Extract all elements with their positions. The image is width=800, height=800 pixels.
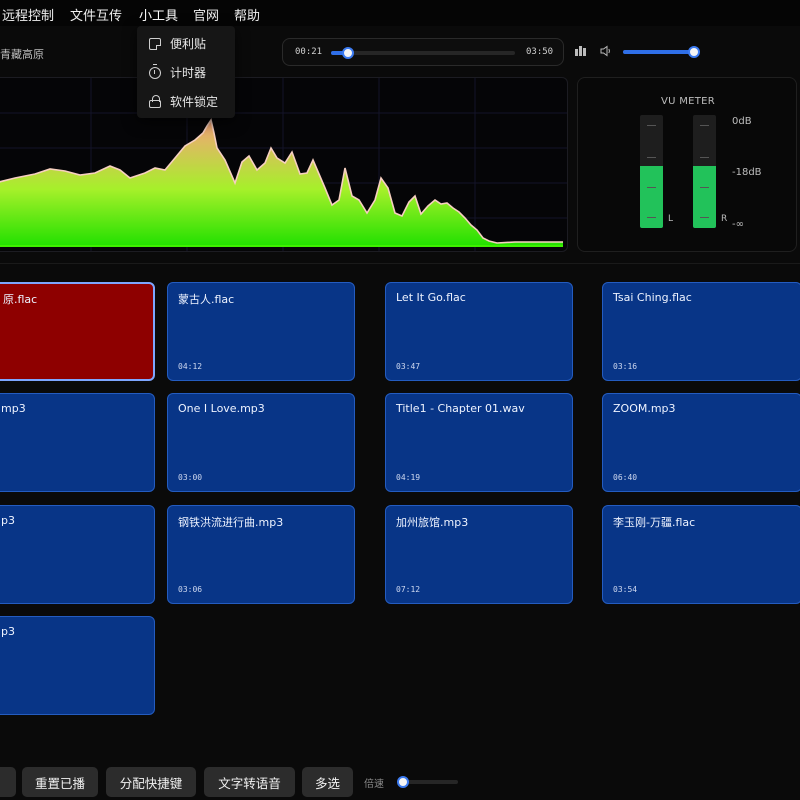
song-name: 加州旅馆.mp3 [396, 516, 469, 529]
song-duration: 03:16 [613, 362, 638, 371]
assign-shortcut-button[interactable]: 分配快捷键 [106, 767, 196, 797]
song-card[interactable]: Tsai Ching.flac 03:16 [602, 282, 800, 381]
vu-meter-panel: VU METER L R 0dB -18dB -∞ [577, 77, 797, 252]
vu-scale-0db: 0dB [732, 116, 752, 127]
song-duration: 04:19 [396, 473, 421, 482]
volume-thumb[interactable] [688, 46, 701, 58]
song-duration: 03:47 [396, 362, 421, 371]
song-card[interactable]: 加州旅馆.mp3 07:12 [385, 505, 573, 604]
dropdown-item-lock[interactable]: 软件锁定 [137, 87, 235, 116]
song-name: p3 [1, 514, 15, 527]
song-name: 蒙古人.flac [178, 293, 235, 306]
song-card[interactable]: mp3 [0, 393, 155, 492]
song-duration: 04:12 [178, 362, 203, 371]
song-card-playing[interactable]: 原.flac [0, 282, 155, 381]
vu-bar-right [693, 115, 716, 228]
spectrum-graph [0, 78, 567, 251]
song-duration: 06:40 [613, 473, 638, 482]
song-duration: 07:12 [396, 585, 421, 594]
vu-level-left [640, 165, 663, 228]
menu-help[interactable]: 帮助 [234, 5, 260, 24]
speed-slider[interactable] [397, 776, 458, 788]
tools-dropdown-menu: 便利贴 计时器 软件锁定 [137, 26, 235, 118]
progress-slider[interactable] [331, 47, 515, 59]
vu-bar-left [640, 115, 663, 228]
vu-meter-title: VU METER [660, 96, 716, 107]
reset-played-button[interactable]: 重置已播 [22, 767, 98, 797]
song-duration: 03:06 [178, 585, 203, 594]
timer-icon [149, 63, 161, 79]
spectrum-analyzer [0, 77, 568, 252]
menu-website[interactable]: 官网 [193, 5, 219, 24]
song-name: mp3 [1, 402, 26, 415]
dropdown-item-label: 软件锁定 [170, 95, 219, 109]
song-name: One I Love.mp3 [178, 402, 265, 415]
speed-label: 倍速 [364, 779, 384, 790]
vu-left-label: L [668, 214, 674, 224]
section-divider [0, 263, 800, 264]
song-name: 钢铁洪流进行曲.mp3 [178, 516, 284, 529]
song-card[interactable]: p3 [0, 505, 155, 604]
song-duration: 03:00 [178, 473, 203, 482]
menu-remote-control[interactable]: 远程控制 [2, 5, 54, 24]
elapsed-time: 00:21 [295, 47, 323, 57]
vu-scale-inf: -∞ [732, 219, 744, 230]
speed-thumb[interactable] [397, 776, 410, 788]
song-name: Title1 - Chapter 01.wav [396, 402, 525, 415]
song-name: 原.flac [3, 293, 38, 306]
song-card[interactable]: 李玉刚-万疆.flac 03:54 [602, 505, 800, 604]
song-name: ZOOM.mp3 [613, 402, 676, 415]
total-duration: 03:50 [526, 47, 554, 57]
song-card[interactable]: Title1 - Chapter 01.wav 04:19 [385, 393, 573, 492]
volume-icon[interactable] [600, 45, 612, 57]
menu-tools[interactable]: 小工具 [139, 5, 178, 24]
partial-button[interactable] [0, 767, 16, 797]
now-playing-title: 青藏高原 [0, 48, 44, 61]
lock-icon [149, 94, 161, 108]
song-card[interactable]: One I Love.mp3 03:00 [167, 393, 355, 492]
song-card[interactable]: 蒙古人.flac 04:12 [167, 282, 355, 381]
vu-right-label: R [721, 214, 728, 224]
vu-scale-18db: -18dB [732, 167, 762, 178]
playback-progress: 00:21 03:50 [282, 38, 564, 66]
song-card[interactable]: p3 [0, 616, 155, 715]
song-card[interactable]: ZOOM.mp3 06:40 [602, 393, 800, 492]
vu-level-right [693, 165, 716, 228]
dropdown-item-label: 计时器 [170, 66, 207, 80]
dropdown-item-label: 便利贴 [170, 37, 207, 51]
song-card[interactable]: Let It Go.flac 03:47 [385, 282, 573, 381]
progress-thumb[interactable] [341, 47, 354, 59]
note-icon [149, 37, 161, 50]
volume-slider[interactable] [623, 46, 701, 58]
song-name: 李玉刚-万疆.flac [613, 516, 696, 529]
equalizer-icon[interactable] [575, 46, 587, 56]
text-to-speech-button[interactable]: 文字转语音 [204, 767, 295, 797]
menu-file-transfer[interactable]: 文件互传 [70, 5, 122, 24]
song-duration: 03:54 [613, 585, 638, 594]
dropdown-item-sticky-note[interactable]: 便利贴 [137, 29, 235, 58]
song-name: p3 [1, 625, 15, 638]
menu-bar: 远程控制 文件互传 小工具 官网 帮助 [0, 0, 800, 26]
dropdown-item-timer[interactable]: 计时器 [137, 58, 235, 87]
song-name: Let It Go.flac [396, 291, 466, 304]
song-name: Tsai Ching.flac [613, 291, 692, 304]
volume-fill [623, 50, 695, 54]
multi-select-button[interactable]: 多选 [302, 767, 353, 797]
song-card[interactable]: 钢铁洪流进行曲.mp3 03:06 [167, 505, 355, 604]
